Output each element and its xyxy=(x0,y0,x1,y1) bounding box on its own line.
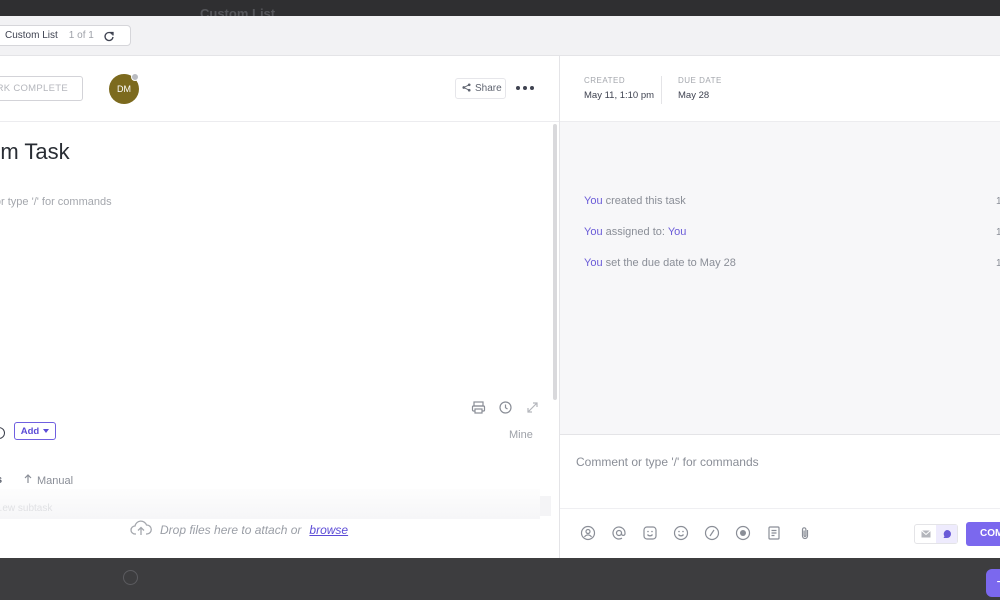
backdrop-help-icon xyxy=(123,570,138,585)
task-toolbar: RK COMPLETE DM Share xyxy=(0,56,559,122)
share-label: Share xyxy=(475,83,502,94)
plus-icon[interactable]: + xyxy=(986,569,1000,597)
activity-time: 1 xyxy=(996,227,1000,238)
breadcrumb-bar: Custom List 1 of 1 xyxy=(0,16,1000,56)
activity-actor[interactable]: You xyxy=(584,226,603,238)
activity-actor[interactable]: You xyxy=(584,257,603,269)
backdrop-list-title: Custom List xyxy=(200,6,276,16)
subtask-status-icon xyxy=(0,427,5,439)
share-icon xyxy=(462,82,471,95)
slash-command-icon[interactable] xyxy=(704,525,720,541)
created-meta: CREATED May 11, 1:10 pm xyxy=(584,76,654,101)
sort-toggle[interactable]: Manual xyxy=(24,474,73,487)
task-title[interactable]: tom Task xyxy=(0,139,70,165)
emoji-reaction-icon[interactable] xyxy=(642,525,658,541)
avatar-status-dot xyxy=(131,73,139,81)
drop-text: Drop files here to attach or xyxy=(160,522,302,537)
activity-time: 1 xyxy=(996,196,1000,207)
chat-icon[interactable] xyxy=(936,525,957,543)
due-date-label: DUE DATE xyxy=(678,76,722,85)
editor-tools xyxy=(471,400,540,415)
due-date-meta[interactable]: DUE DATE May 28 xyxy=(678,76,722,101)
description-input[interactable]: otion or type '/' for commands xyxy=(0,196,112,208)
task-modal: Custom List 1 of 1 RK COMPLETE DM Share … xyxy=(0,16,1000,558)
comment-divider xyxy=(560,508,1000,509)
task-meta: CREATED May 11, 1:10 pm DUE DATE May 28 xyxy=(560,56,1000,122)
comment-box: Comment or type '/' for commands COM xyxy=(560,434,1000,558)
upload-cloud-icon xyxy=(130,520,152,539)
breadcrumb-list-name[interactable]: Custom List xyxy=(5,30,58,41)
comment-submit-button[interactable]: COM xyxy=(966,522,1000,546)
more-icon[interactable] xyxy=(516,84,534,92)
comment-mode-toggle xyxy=(914,524,958,544)
activity-pane: CREATED May 11, 1:10 pm DUE DATE May 28 … xyxy=(560,56,1000,558)
emoji-icon[interactable] xyxy=(673,525,689,541)
activity-target[interactable]: You xyxy=(668,226,687,238)
share-button[interactable]: Share xyxy=(455,78,506,99)
breadcrumb-position: 1 of 1 xyxy=(68,30,94,41)
mine-filter[interactable]: Mine xyxy=(509,429,533,441)
chevron-down-icon xyxy=(43,429,50,433)
print-icon[interactable] xyxy=(471,400,486,415)
record-icon[interactable] xyxy=(735,525,751,541)
scrollbar[interactable] xyxy=(553,124,557,400)
assign-icon[interactable] xyxy=(580,525,596,541)
activity-text: set the due date to May 28 xyxy=(605,257,736,269)
meta-divider xyxy=(661,76,662,104)
created-value: May 11, 1:10 pm xyxy=(584,90,655,101)
activity-item: You assigned to: You xyxy=(584,226,686,238)
activity-item: You created this task xyxy=(584,195,686,207)
history-icon[interactable] xyxy=(498,400,513,415)
comment-toolbar xyxy=(580,525,813,541)
email-icon[interactable] xyxy=(915,525,936,543)
attachment-drop-zone[interactable]: Drop files here to attach or browse xyxy=(130,520,348,539)
add-subtask-button[interactable]: Add xyxy=(14,422,56,440)
expand-icon[interactable] xyxy=(525,400,540,415)
sort-label: Manual xyxy=(37,474,74,487)
add-label: Add xyxy=(20,425,40,437)
activity-item: You set the due date to May 28 xyxy=(584,257,736,269)
mark-complete-button[interactable]: RK COMPLETE xyxy=(0,76,83,101)
task-detail-pane: RK COMPLETE DM Share tom Task otion or t… xyxy=(0,56,559,558)
subtasks-heading: s xyxy=(0,474,2,486)
browse-link[interactable]: browse xyxy=(309,523,348,537)
new-subtask-input[interactable]: ...ew subtask xyxy=(0,503,52,514)
arrow-up-icon xyxy=(24,474,32,487)
breadcrumb[interactable]: Custom List 1 of 1 xyxy=(0,25,131,46)
due-date-value[interactable]: May 28 xyxy=(678,90,722,101)
mention-icon[interactable] xyxy=(611,525,627,541)
activity-text: created this task xyxy=(605,195,686,207)
created-label: CREATED xyxy=(584,76,626,85)
activity-actor[interactable]: You xyxy=(584,195,603,207)
activity-text: assigned to: xyxy=(605,226,665,238)
comment-input[interactable]: Comment or type '/' for commands xyxy=(576,455,759,469)
new-subtask-row[interactable] xyxy=(0,489,540,519)
refresh-icon[interactable] xyxy=(103,30,115,42)
activity-time: 1 xyxy=(996,258,1000,269)
doc-icon[interactable] xyxy=(766,525,782,541)
attach-icon[interactable] xyxy=(797,525,813,541)
backdrop-header: Custom List xyxy=(0,0,1000,16)
backdrop-footer xyxy=(0,558,1000,600)
